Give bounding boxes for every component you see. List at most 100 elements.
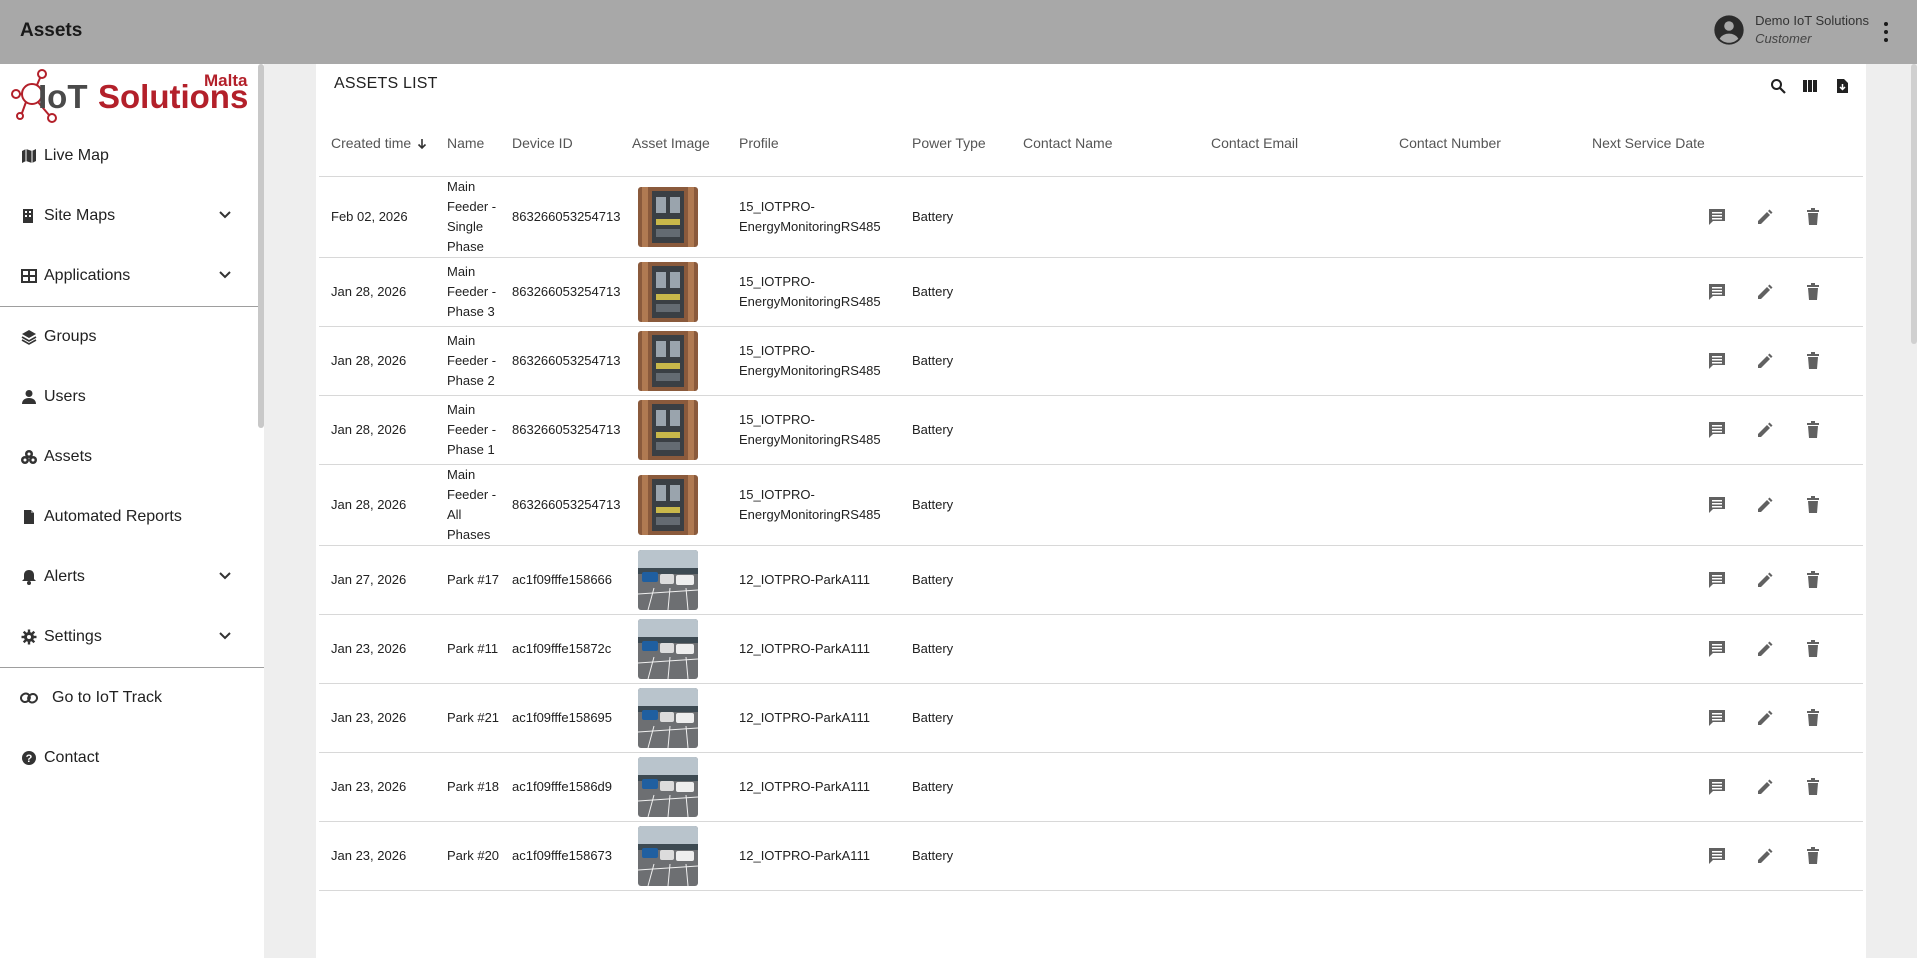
table-row[interactable]: Feb 02, 2026 Main Feeder - Single Phase 86… — [319, 176, 1863, 258]
cell-contact-number — [1387, 395, 1580, 465]
comment-button[interactable] — [1693, 276, 1741, 308]
sidebar-item-alerts[interactable]: Alerts — [0, 547, 264, 607]
delete-button[interactable] — [1789, 771, 1837, 803]
arrow-downward-icon — [418, 139, 427, 150]
cell-actions — [1580, 395, 1863, 465]
cell-device-id: ac1f09fffe158666 — [500, 545, 620, 615]
edit-button[interactable] — [1741, 489, 1789, 521]
delete-button[interactable] — [1789, 564, 1837, 596]
columns-button[interactable] — [1794, 74, 1826, 98]
cell-asset-image — [620, 614, 727, 684]
delete-button[interactable] — [1789, 201, 1837, 233]
delete-button[interactable] — [1789, 489, 1837, 521]
asset-thumbnail[interactable] — [638, 756, 698, 817]
asset-thumbnail[interactable] — [638, 618, 698, 679]
delete-button[interactable] — [1789, 345, 1837, 377]
asset-thumbnail[interactable] — [638, 474, 698, 535]
edit-button[interactable] — [1741, 414, 1789, 446]
edit-button[interactable] — [1741, 771, 1789, 803]
cell-name: Main Feeder - Phase 3 — [435, 257, 500, 327]
column-header-power-type[interactable]: Power Type — [900, 110, 1011, 177]
column-header-contact-number[interactable]: Contact Number — [1387, 110, 1580, 177]
asset-thumbnail[interactable] — [638, 549, 698, 610]
page-scrollbar[interactable] — [1911, 64, 1917, 344]
sidebar-item-assets[interactable]: Assets — [0, 427, 264, 487]
table-row[interactable]: Jan 28, 2026 Main Feeder - Phase 2 8632660… — [319, 326, 1863, 396]
sidebar-scrollbar[interactable] — [258, 64, 264, 428]
edit-icon — [1758, 572, 1773, 587]
edit-button[interactable] — [1741, 276, 1789, 308]
cell-contact-number — [1387, 326, 1580, 396]
comment-button[interactable] — [1693, 702, 1741, 734]
sidebar-item-settings[interactable]: Settings — [0, 607, 264, 667]
cell-profile: 15_IOTPRO-EnergyMonitoringRS485 — [727, 257, 900, 327]
sidebar-item-contact[interactable]: ? Contact — [0, 728, 264, 788]
cell-created: Jan 23, 2026 — [319, 752, 435, 822]
delete-button[interactable] — [1789, 414, 1837, 446]
chevron-down-icon — [219, 632, 231, 640]
cell-contact-email — [1199, 464, 1387, 546]
sidebar-item-groups[interactable]: Groups — [0, 307, 264, 367]
comment-button[interactable] — [1693, 345, 1741, 377]
edit-button[interactable] — [1741, 201, 1789, 233]
table-row[interactable]: Jan 23, 2026 Park #11 ac1f09fffe15872c 12_I… — [319, 614, 1863, 684]
cell-device-id: 863266053254713 — [500, 395, 620, 465]
table-row[interactable]: Jan 23, 2026 Park #18 ac1f09fffe1586d9 12_I… — [319, 752, 1863, 822]
column-header-device-id[interactable]: Device ID — [500, 110, 620, 177]
column-header-contact-name[interactable]: Contact Name — [1011, 110, 1199, 177]
table-row[interactable]: Jan 27, 2026 Park #17 ac1f09fffe158666 12_I… — [319, 545, 1863, 615]
comment-button[interactable] — [1693, 489, 1741, 521]
comment-button[interactable] — [1693, 633, 1741, 665]
user-menu[interactable]: Demo IoT Solutions Customer — [1713, 13, 1869, 46]
edit-button[interactable] — [1741, 702, 1789, 734]
column-header-name[interactable]: Name — [435, 110, 500, 177]
grid-icon — [20, 267, 38, 285]
asset-thumbnail[interactable] — [638, 825, 698, 886]
sidebar-item-automated-reports[interactable]: Automated Reports — [0, 487, 264, 547]
sidebar-item-site-maps[interactable]: Site Maps — [0, 186, 264, 246]
cell-device-id: 863266053254713 — [500, 464, 620, 546]
cell-name: Main Feeder - All Phases — [435, 464, 500, 546]
comment-button[interactable] — [1693, 840, 1741, 872]
export-button[interactable] — [1826, 74, 1858, 98]
table-row[interactable]: Jan 23, 2026 Park #21 ac1f09fffe158695 12_I… — [319, 683, 1863, 753]
more-vert-icon[interactable] — [1883, 22, 1889, 42]
asset-thumbnail[interactable] — [638, 399, 698, 460]
sidebar-item-users[interactable]: Users — [0, 367, 264, 427]
column-header-next-service[interactable]: Next Service Date — [1580, 110, 1863, 177]
edit-button[interactable] — [1741, 564, 1789, 596]
delete-button[interactable] — [1789, 840, 1837, 872]
edit-button[interactable] — [1741, 345, 1789, 377]
sidebar-item-live-map[interactable]: Live Map — [0, 126, 264, 186]
comment-button[interactable] — [1693, 414, 1741, 446]
asset-thumbnail[interactable] — [638, 261, 698, 322]
asset-thumbnail[interactable] — [638, 186, 698, 247]
search-button[interactable] — [1762, 74, 1794, 98]
comment-button[interactable] — [1693, 564, 1741, 596]
column-header-contact-email[interactable]: Contact Email — [1199, 110, 1387, 177]
delete-button[interactable] — [1789, 276, 1837, 308]
asset-thumbnail[interactable] — [638, 330, 698, 391]
column-header-asset-image[interactable]: Asset Image — [620, 110, 727, 177]
delete-button[interactable] — [1789, 633, 1837, 665]
table-row[interactable]: Jan 28, 2026 Main Feeder - All Phases 8632… — [319, 464, 1863, 546]
column-header-created[interactable]: Created time — [319, 110, 435, 177]
comment-button[interactable] — [1693, 771, 1741, 803]
delete-button[interactable] — [1789, 702, 1837, 734]
edit-button[interactable] — [1741, 840, 1789, 872]
svg-text:?: ? — [26, 753, 33, 765]
sidebar-item-go-to-iot-track[interactable]: Go to IoT Track — [0, 668, 264, 728]
sidebar-item-applications[interactable]: Applications — [0, 246, 264, 306]
table-row[interactable]: Jan 28, 2026 Main Feeder - Phase 1 8632660… — [319, 395, 1863, 465]
sidebar-item-label: Alerts — [44, 568, 85, 585]
asset-thumbnail[interactable] — [638, 687, 698, 748]
table-row[interactable]: Jan 28, 2026 Main Feeder - Phase 3 8632660… — [319, 257, 1863, 327]
sidebar-item-label: Settings — [44, 628, 102, 645]
sidebar-item-label: Go to IoT Track — [52, 689, 162, 706]
delete-icon — [1807, 708, 1819, 726]
edit-button[interactable] — [1741, 633, 1789, 665]
cell-asset-image — [620, 821, 727, 891]
comment-button[interactable] — [1693, 201, 1741, 233]
table-row[interactable]: Jan 23, 2026 Park #20 ac1f09fffe158673 12_I… — [319, 821, 1863, 891]
column-header-profile[interactable]: Profile — [727, 110, 900, 177]
